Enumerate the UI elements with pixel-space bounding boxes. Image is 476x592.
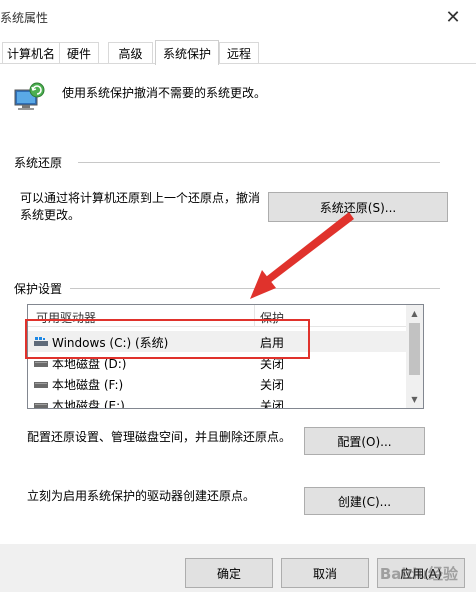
- tab-strip: 计算机名 硬件 高级 系统保护 远程: [0, 40, 476, 65]
- chevron-up-icon: ▲: [411, 309, 418, 318]
- scroll-up-button[interactable]: ▲: [406, 305, 423, 322]
- drive-name: 本地磁盘 (E:): [52, 399, 125, 409]
- drive-name: 本地磁盘 (D:): [52, 357, 127, 371]
- tab-computer-name[interactable]: 计算机名: [2, 42, 60, 64]
- disk-drive-icon: [34, 382, 48, 388]
- drive-status: 关闭: [260, 399, 285, 409]
- tab-remote[interactable]: 远程: [219, 42, 259, 64]
- list-scrollbar[interactable]: ▲ ▼: [406, 305, 423, 408]
- column-drives[interactable]: 可用驱动器: [36, 309, 96, 326]
- drive-row-f[interactable]: 本地磁盘 (F:) 关闭: [28, 373, 408, 394]
- windows-drive-icon: [34, 337, 48, 346]
- close-button[interactable]: ✕: [430, 0, 476, 34]
- restore-group-title: 系统还原: [14, 156, 63, 170]
- restore-description: 可以通过将计算机还原到上一个还原点，撤消 系统更改。: [20, 191, 261, 222]
- close-icon: ✕: [445, 6, 461, 28]
- drive-row-c[interactable]: Windows (C:) (系统) 启用: [28, 331, 408, 352]
- disk-drive-icon: [34, 361, 48, 367]
- drive-list[interactable]: 可用驱动器 保护 Windows (C:) (系统) 启用 本地磁盘 (D:) …: [27, 304, 424, 409]
- drive-status: 关闭: [260, 378, 285, 392]
- tab-system-protection[interactable]: 系统保护: [155, 40, 219, 65]
- header-description: 使用系统保护撤消不需要的系统更改。: [62, 86, 267, 100]
- watermark: Baidu经验: [379, 565, 458, 583]
- disk-drive-icon: [34, 403, 48, 408]
- drive-row-e[interactable]: 本地磁盘 (E:) 关闭: [28, 394, 408, 409]
- configure-button[interactable]: 配置(O)...: [304, 427, 425, 455]
- window-title: 系统属性: [0, 11, 49, 25]
- drive-name: 本地磁盘 (F:): [52, 378, 124, 392]
- column-protection[interactable]: 保护: [260, 309, 284, 326]
- cancel-button[interactable]: 取消: [281, 558, 369, 588]
- scroll-thumb[interactable]: [409, 323, 420, 375]
- column-separator[interactable]: [254, 305, 255, 327]
- protection-group-line: [70, 288, 440, 289]
- tab-advanced[interactable]: 高级: [108, 42, 153, 64]
- list-header: 可用驱动器 保护: [28, 305, 408, 327]
- create-description: 立刻为启用系统保护的驱动器创建还原点。: [27, 489, 256, 503]
- drive-name: Windows (C:) (系统): [52, 336, 169, 350]
- system-restore-button[interactable]: 系统还原(S)...: [268, 192, 448, 222]
- create-button[interactable]: 创建(C)...: [304, 487, 425, 515]
- title-bar: 系统属性 ✕: [0, 0, 476, 34]
- drive-status: 关闭: [260, 357, 285, 371]
- drive-row-d[interactable]: 本地磁盘 (D:) 关闭: [28, 352, 408, 373]
- scroll-down-button[interactable]: ▼: [406, 391, 423, 408]
- restore-group-line: [78, 162, 440, 163]
- tab-hardware[interactable]: 硬件: [59, 42, 99, 64]
- configure-description: 配置还原设置、管理磁盘空间，并且删除还原点。: [27, 430, 292, 444]
- protection-group-title: 保护设置: [14, 282, 63, 296]
- chevron-down-icon: ▼: [411, 395, 418, 404]
- system-protection-icon: [14, 82, 45, 110]
- drive-status: 启用: [260, 336, 285, 350]
- ok-button[interactable]: 确定: [185, 558, 273, 588]
